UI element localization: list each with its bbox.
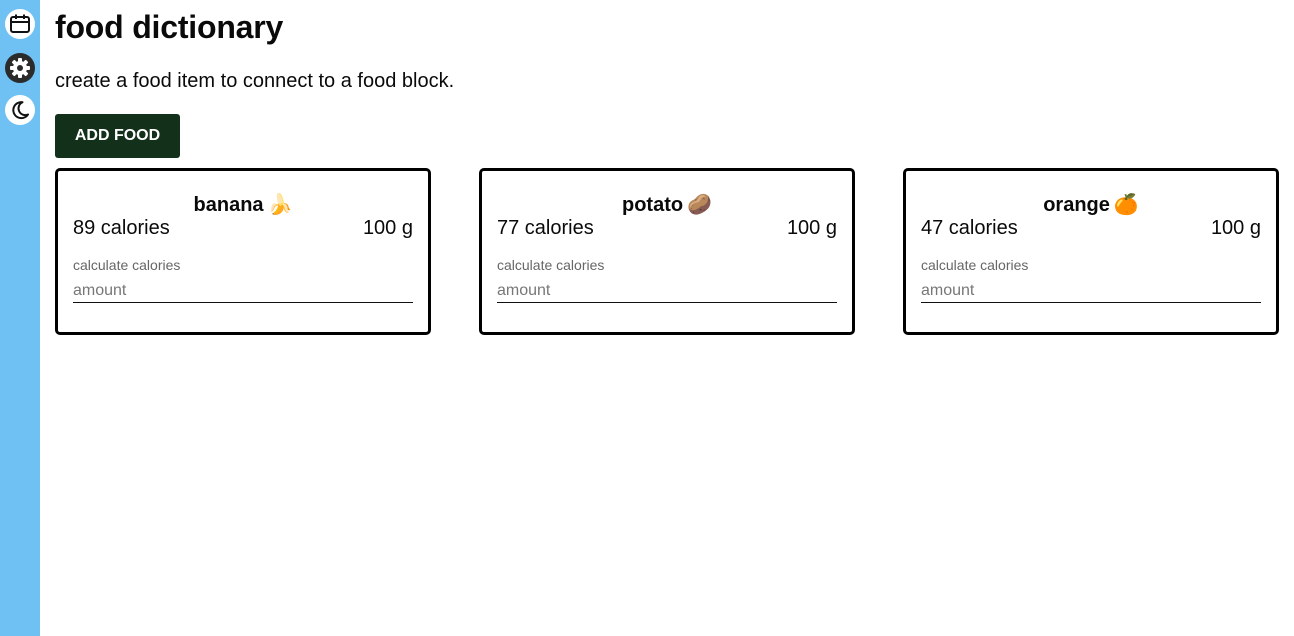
calculate-calories-label: calculate calories [921,257,1029,273]
potato-icon: 🥔 [687,194,712,216]
food-name-text: orange [1043,194,1110,216]
food-name-text: potato [622,194,684,216]
food-name: potato 🥔 [482,192,852,217]
food-name: banana 🍌 [58,192,428,217]
food-card-orange: orange 🍊 47 calories 100 g calculate calo… [903,168,1279,335]
calendar-button[interactable] [5,9,35,39]
orange-icon: 🍊 [1113,194,1139,216]
food-weight: 100 g [786,217,837,239]
calendar-icon [10,14,30,33]
food-calories: 89 calories [73,217,170,239]
food-name-text: banana [193,194,264,216]
calculate-calories-label: calculate calories [497,257,605,273]
banana-icon: 🍌 [267,194,293,216]
amount-input[interactable] [921,279,1261,303]
food-weight: 100 g [1210,217,1261,239]
food-calories: 47 calories [921,217,1018,239]
food-name: orange 🍊 [906,192,1276,217]
page-title: food dictionary [55,9,284,45]
dark-mode-toggle[interactable] [5,95,35,125]
add-food-button[interactable]: ADD FOOD [55,114,180,158]
amount-input[interactable] [497,279,837,303]
food-card-banana: banana 🍌 89 calories 100 g calculate calo… [55,168,431,335]
food-card-potato: potato 🥔 77 calories 100 g calculate calo… [479,168,855,335]
settings-button[interactable] [5,53,35,83]
food-calories: 77 calories [497,217,594,239]
calculate-calories-label: calculate calories [73,257,181,273]
gear-icon [10,58,30,78]
page-subtitle: create a food item to connect to a food … [55,70,455,92]
amount-input[interactable] [73,279,413,303]
food-weight: 100 g [362,217,413,239]
moon-icon [12,101,29,120]
sidebar [0,0,40,636]
